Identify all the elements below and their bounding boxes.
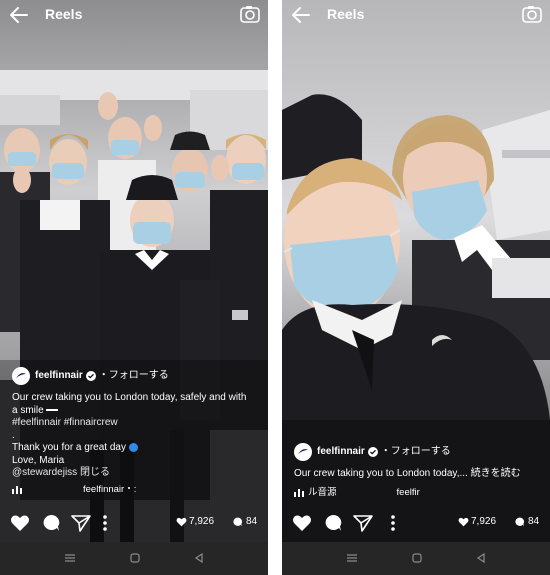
caption-line-2: a smile	[12, 405, 262, 418]
nav-recent-icon[interactable]	[64, 552, 76, 564]
like-count: 7,926	[189, 516, 215, 527]
heart-icon[interactable]	[10, 514, 30, 532]
like-small-icon	[176, 517, 187, 527]
more-icon[interactable]	[390, 514, 396, 532]
comment-small-icon	[233, 517, 243, 527]
system-nav-bar	[0, 542, 268, 575]
comment-small-icon	[515, 517, 525, 527]
camera-icon[interactable]	[240, 5, 260, 23]
caption-dot: .	[12, 429, 15, 441]
send-icon[interactable]	[71, 514, 91, 532]
audio-bars-icon	[294, 488, 304, 497]
reel-caption: feelfinnair ・フォローする Our crew taking you …	[12, 367, 262, 496]
camera-icon[interactable]	[522, 5, 542, 23]
send-icon[interactable]	[353, 514, 373, 532]
blue-heart-icon	[128, 442, 138, 452]
account-avatar[interactable]	[12, 367, 30, 385]
audio-bars-icon	[12, 485, 22, 494]
comment-count: 84	[246, 516, 258, 527]
account-name[interactable]: feelfinnair	[317, 446, 365, 459]
back-arrow-icon[interactable]	[8, 4, 30, 26]
action-bar: 7,926 84	[282, 508, 550, 538]
audio-prefix: ル音源	[308, 486, 337, 498]
top-bar: Reels	[282, 0, 550, 34]
reel-right: Reels feelfinnair ・フォローする Our crew takin…	[282, 0, 550, 575]
follow-button[interactable]: ・フォローする	[99, 370, 169, 383]
back-arrow-icon[interactable]	[290, 4, 312, 26]
nav-home-icon[interactable]	[411, 552, 423, 564]
nav-back-icon[interactable]	[475, 552, 487, 564]
audio-label: feelfinnair・:	[83, 483, 137, 495]
mention-link[interactable]: @stewardejiss	[12, 467, 77, 478]
page-title: Reels	[45, 6, 83, 22]
heart-icon[interactable]	[292, 514, 312, 532]
account-avatar[interactable]	[294, 443, 312, 461]
action-bar: 7,926 84	[0, 508, 268, 538]
reel-left: Reels feelfinnair ・フォローする Our crew takin…	[0, 0, 268, 575]
caption-thanks: Thank you for a great day	[12, 442, 262, 455]
verified-icon	[367, 447, 378, 457]
like-small-icon	[458, 517, 469, 527]
caption-signoff: Love, Maria	[12, 454, 65, 466]
verified-icon	[85, 371, 96, 381]
comment-icon[interactable]	[41, 514, 61, 532]
comment-icon[interactable]	[323, 514, 343, 532]
account-name[interactable]: feelfinnair	[35, 370, 83, 383]
close-caption-button[interactable]: 閉じる	[80, 467, 110, 478]
system-nav-bar	[282, 542, 550, 575]
caption-line-1: Our crew taking you to London today,... …	[294, 468, 521, 479]
reel-caption: feelfinnair ・フォローする Our crew taking you …	[294, 443, 544, 499]
more-icon[interactable]	[102, 514, 108, 532]
nav-home-icon[interactable]	[129, 552, 141, 564]
like-count: 7,926	[471, 516, 497, 527]
caption-hashtags[interactable]: #feelfinnair #finnaircrew	[12, 417, 262, 430]
finnair-logo-icon	[16, 373, 26, 378]
follow-button[interactable]: ・フォローする	[381, 446, 451, 459]
audio-row[interactable]: ル音源 feelfir	[294, 487, 544, 500]
nav-recent-icon[interactable]	[346, 552, 358, 564]
finnair-logo-icon	[298, 449, 308, 454]
caption-mention-row: @stewardejiss 閉じる	[12, 467, 262, 480]
page-title: Reels	[327, 6, 365, 22]
top-bar: Reels	[0, 0, 268, 34]
nav-back-icon[interactable]	[193, 552, 205, 564]
comment-count: 84	[528, 516, 540, 527]
audio-account: feelfir	[396, 486, 420, 498]
caption-line-1: Our crew taking you to London today, saf…	[12, 392, 247, 403]
read-more-button[interactable]: 続きを読む	[471, 468, 521, 479]
audio-row[interactable]: feelfinnair・:	[12, 484, 262, 497]
